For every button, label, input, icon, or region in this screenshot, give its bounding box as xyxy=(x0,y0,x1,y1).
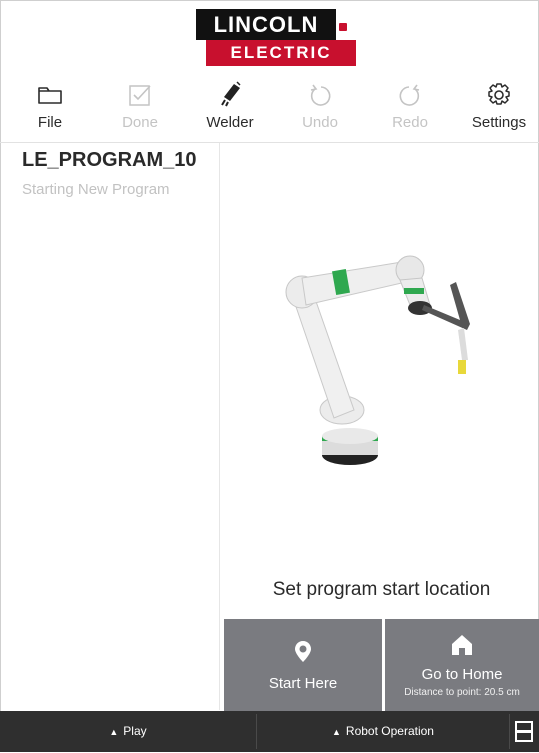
start-here-button[interactable]: Start Here xyxy=(224,619,382,711)
redo-label: Redo xyxy=(392,114,428,131)
undo-icon xyxy=(310,84,331,106)
panel-icon[interactable] xyxy=(515,721,533,742)
program-name[interactable]: LE_PROGRAM_10 xyxy=(22,149,197,172)
robot-operation-tab[interactable]: ▲ Robot Operation xyxy=(257,711,509,752)
distance-to-point: Distance to point: 20.5 cm xyxy=(404,687,520,698)
file-button[interactable]: File xyxy=(10,74,90,142)
program-sidebar: LE_PROGRAM_10 Starting New Program xyxy=(0,143,220,710)
toolbar: File Done Welder Undo Redo Settings xyxy=(0,74,539,143)
redo-button[interactable]: Redo xyxy=(370,74,450,142)
welder-label: Welder xyxy=(206,114,254,131)
robot-arm-illustration xyxy=(285,255,470,465)
undo-button[interactable]: Undo xyxy=(280,74,360,142)
folder-icon xyxy=(38,87,62,104)
bottom-bar: ▲ Play ▲ Robot Operation xyxy=(0,711,539,752)
program-status: Starting New Program xyxy=(22,181,170,198)
done-label: Done xyxy=(122,114,158,131)
go-to-home-label: Go to Home xyxy=(421,666,503,683)
welder-button[interactable]: Welder xyxy=(190,74,270,142)
location-pin-icon xyxy=(295,641,311,662)
gear-icon xyxy=(488,83,510,105)
file-label: File xyxy=(37,114,63,131)
go-to-home-button[interactable]: Go to Home Distance to point: 20.5 cm xyxy=(385,619,539,711)
home-icon xyxy=(452,635,472,655)
logo-line2: ELECTRIC xyxy=(206,40,356,66)
triangle-up-icon: ▲ xyxy=(332,727,341,737)
undo-label: Undo xyxy=(302,114,338,131)
play-tab[interactable]: ▲ Play xyxy=(0,711,256,752)
redo-icon xyxy=(399,84,420,106)
checkbox-icon xyxy=(129,85,151,106)
play-label: Play xyxy=(123,724,147,738)
start-location-prompt: Set program start location xyxy=(272,579,491,600)
start-here-label: Start Here xyxy=(268,675,338,692)
divider xyxy=(509,714,510,749)
logo-dot xyxy=(339,23,347,31)
robot-operation-label: Robot Operation xyxy=(345,724,434,738)
lincoln-electric-logo: LINCOLN ELECTRIC xyxy=(196,9,358,67)
settings-button[interactable]: Settings xyxy=(459,74,539,142)
welder-icon xyxy=(221,81,241,107)
triangle-up-icon: ▲ xyxy=(109,727,119,737)
done-button[interactable]: Done xyxy=(100,74,180,142)
settings-label: Settings xyxy=(471,114,527,131)
logo-line1: LINCOLN xyxy=(196,9,336,40)
